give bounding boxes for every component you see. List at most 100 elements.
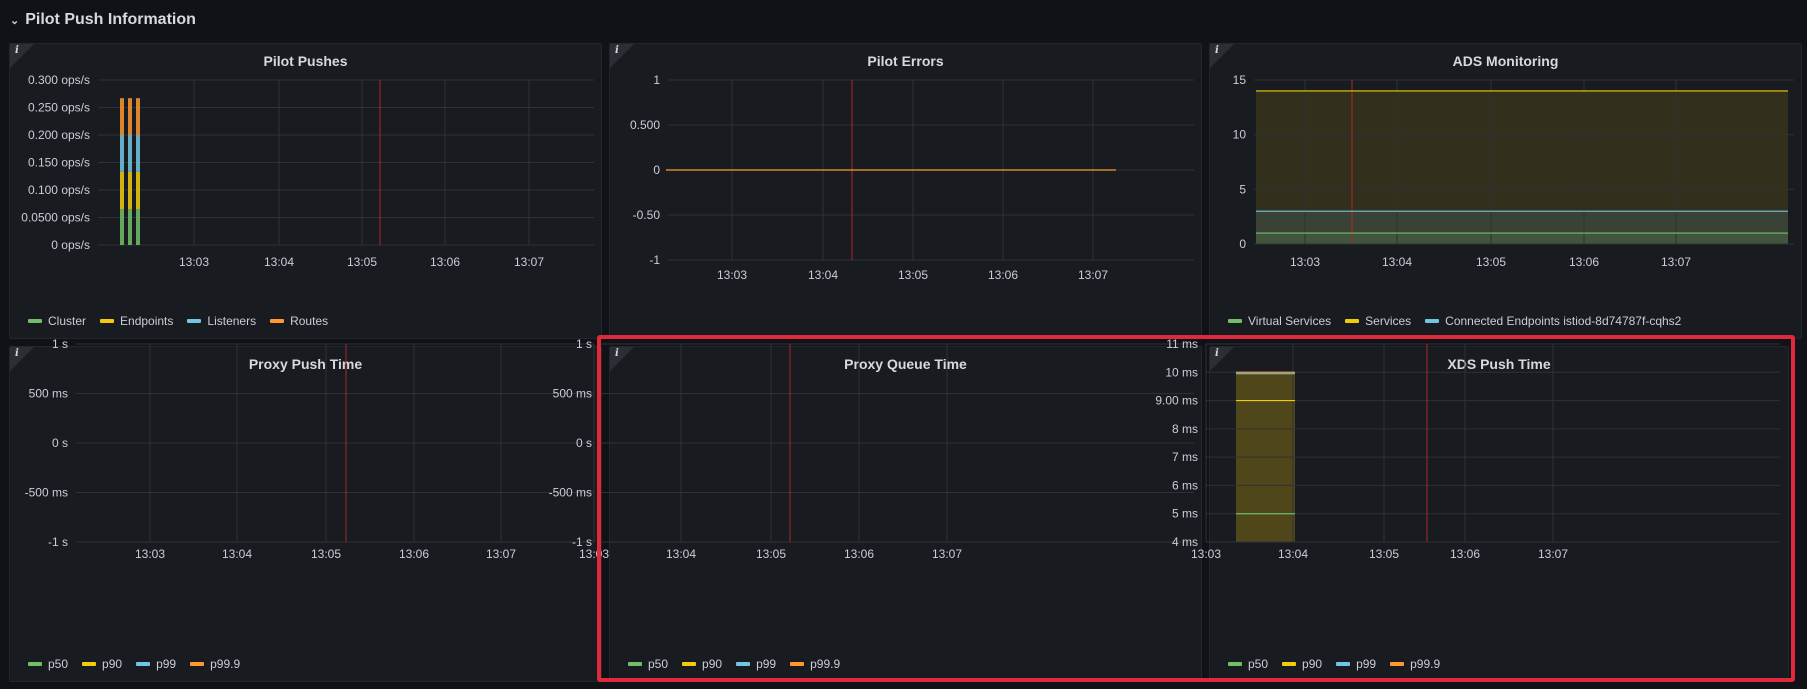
- legend-label: p99: [156, 657, 177, 671]
- bar-segment: [136, 98, 140, 135]
- legend-item[interactable]: Connected Endpoints istiod-8d74787f-cqhs…: [1425, 314, 1681, 328]
- legend-swatch: [1336, 662, 1351, 666]
- y-tick-label: 0.100 ops/s: [28, 183, 90, 197]
- legend-swatch: [28, 662, 42, 666]
- row-header-pilot-push-information[interactable]: ⌄ Pilot Push Information: [10, 7, 196, 33]
- legend-label: Routes: [290, 314, 329, 328]
- legend-item[interactable]: Listeners: [187, 314, 256, 328]
- legend-item[interactable]: p99.9: [190, 657, 240, 671]
- y-tick-label: 0.250 ops/s: [28, 101, 90, 115]
- x-tick-label: 13:05: [311, 547, 341, 561]
- legend-label: p50: [1248, 657, 1269, 671]
- y-tick-label: 0: [653, 163, 660, 177]
- y-tick-label: 9.00 ms: [1155, 394, 1198, 408]
- bar-segment: [128, 171, 132, 210]
- legend-item[interactable]: Cluster: [28, 314, 86, 328]
- legend-item[interactable]: p90: [682, 657, 722, 671]
- bar-segment: [136, 135, 140, 172]
- legend-label: Connected Endpoints istiod-8d74787f-cqhs…: [1445, 314, 1682, 328]
- legend-label: Cluster: [48, 314, 87, 328]
- x-tick-label: 13:05: [898, 268, 928, 282]
- y-tick-label: 0.500: [630, 118, 660, 132]
- legend-item[interactable]: p99.9: [1390, 657, 1440, 671]
- x-tick-label: 13:06: [399, 547, 429, 561]
- panel-pilot-errors: i Pilot Errors 1 0.500 0 -0.50 -1 13:03 13:04 1…: [609, 43, 1202, 339]
- legend-item[interactable]: Routes: [270, 314, 328, 328]
- y-tick-label: 8 ms: [1172, 422, 1198, 436]
- x-tick-label: 13:07: [1538, 547, 1568, 561]
- legend-label: p90: [1302, 657, 1323, 671]
- x-tick-label: 13:06: [844, 547, 874, 561]
- legend-swatch: [1228, 662, 1242, 666]
- panel-proxy-queue-time: i Proxy Queue Time 1 s 500 ms 0 s -500 ms -1…: [549, 337, 1202, 679]
- legend-swatch: [1345, 319, 1360, 323]
- y-tick-label: 1 s: [52, 337, 68, 351]
- legend-label: p99.9: [1410, 657, 1441, 671]
- y-tick-label: 0 s: [576, 436, 592, 450]
- x-tick-label: 13:03: [135, 547, 165, 561]
- legend-label: p99.9: [810, 657, 841, 671]
- x-tick-label: 13:06: [988, 268, 1018, 282]
- legend-swatch: [736, 662, 751, 666]
- bar-segment: [120, 171, 124, 210]
- x-tick-label: 13:06: [1450, 547, 1480, 561]
- x-tick-label: 13:05: [1369, 547, 1399, 561]
- legend-label: p99: [1356, 657, 1377, 671]
- chart-ads-monitoring: 15 10 5 0 13:03 13:04 13:05 13:06 13:07: [1233, 73, 1794, 269]
- y-tick-label: 0 ops/s: [51, 238, 90, 252]
- chart-proxy-queue-time: 1 s500 ms0 s-500 ms-1 s13:03 13:04 13:05 13…: [549, 337, 1194, 561]
- x-tick-label: 13:04: [666, 547, 696, 561]
- legend-item[interactable]: Virtual Services: [1228, 314, 1331, 328]
- y-tick-label: 0.300 ops/s: [28, 73, 90, 87]
- legend-item[interactable]: p90: [82, 657, 122, 671]
- y-tick-label: 7 ms: [1172, 450, 1198, 464]
- bar-segment: [136, 171, 140, 210]
- chart-pilot-errors: 1 0.500 0 -0.50 -1 13:03 13:04 13:05 13:06 13:07: [630, 73, 1194, 282]
- legend-item[interactable]: Endpoints: [100, 314, 173, 328]
- legend-label: Services: [1365, 314, 1412, 328]
- legend-swatch: [1282, 662, 1297, 666]
- y-tick-label: -500 ms: [549, 486, 592, 500]
- chevron-down-icon: ⌄: [10, 14, 20, 27]
- x-tick-label: 13:04: [1382, 255, 1412, 269]
- legend-swatch: [682, 662, 697, 666]
- x-tick-label: 13:06: [430, 255, 460, 269]
- legend-item[interactable]: p99: [136, 657, 176, 671]
- legend-label: p50: [648, 657, 669, 671]
- y-tick-label: 0.200 ops/s: [28, 128, 90, 142]
- legend-item[interactable]: p90: [1282, 657, 1322, 671]
- legend-item[interactable]: p99.9: [790, 657, 840, 671]
- legend-label: p99.9: [210, 657, 241, 671]
- x-tick-label: 13:07: [514, 255, 544, 269]
- legend-label: Listeners: [207, 314, 257, 328]
- bar-segment: [128, 209, 132, 245]
- legend-swatch: [190, 662, 205, 666]
- legend-item[interactable]: p50: [628, 657, 668, 671]
- y-tick-label: 0.0500 ops/s: [21, 211, 90, 225]
- legend-label: p90: [702, 657, 723, 671]
- row-title: Pilot Push Information: [25, 11, 196, 28]
- chart-xds-push-time: 11 ms10 ms9.00 ms8 ms7 ms6 ms5 ms4 ms13:…: [1155, 337, 1780, 561]
- legend-swatch: [270, 319, 285, 323]
- y-tick-label: 0.150 ops/s: [28, 156, 90, 170]
- legend-item[interactable]: Services: [1345, 314, 1411, 328]
- legend-label: Endpoints: [120, 314, 174, 328]
- legend: p50 p90 p99 p99.9: [28, 657, 240, 671]
- area-virtual-services: [1256, 233, 1788, 244]
- legend-label: Virtual Services: [1248, 314, 1332, 328]
- y-tick-label: 1: [653, 73, 660, 87]
- legend-swatch: [1390, 662, 1405, 666]
- legend-item[interactable]: p99: [1336, 657, 1376, 671]
- x-tick-label: 13:03: [1191, 547, 1221, 561]
- bar-segment: [120, 209, 124, 245]
- legend-item[interactable]: p50: [28, 657, 68, 671]
- legend-item[interactable]: p99: [736, 657, 776, 671]
- y-tick-label: 6 ms: [1172, 478, 1198, 492]
- bar-segment: [120, 98, 124, 135]
- legend-item[interactable]: p50: [1228, 657, 1268, 671]
- y-tick-label: 10 ms: [1165, 365, 1198, 379]
- y-tick-label: -0.50: [633, 208, 661, 222]
- x-tick-label: 13:07: [932, 547, 962, 561]
- x-tick-label: 13:05: [1476, 255, 1506, 269]
- panel-proxy-push-time: i Proxy Push Time 1 s 500 ms 0 s -500 ms -1 …: [9, 337, 602, 682]
